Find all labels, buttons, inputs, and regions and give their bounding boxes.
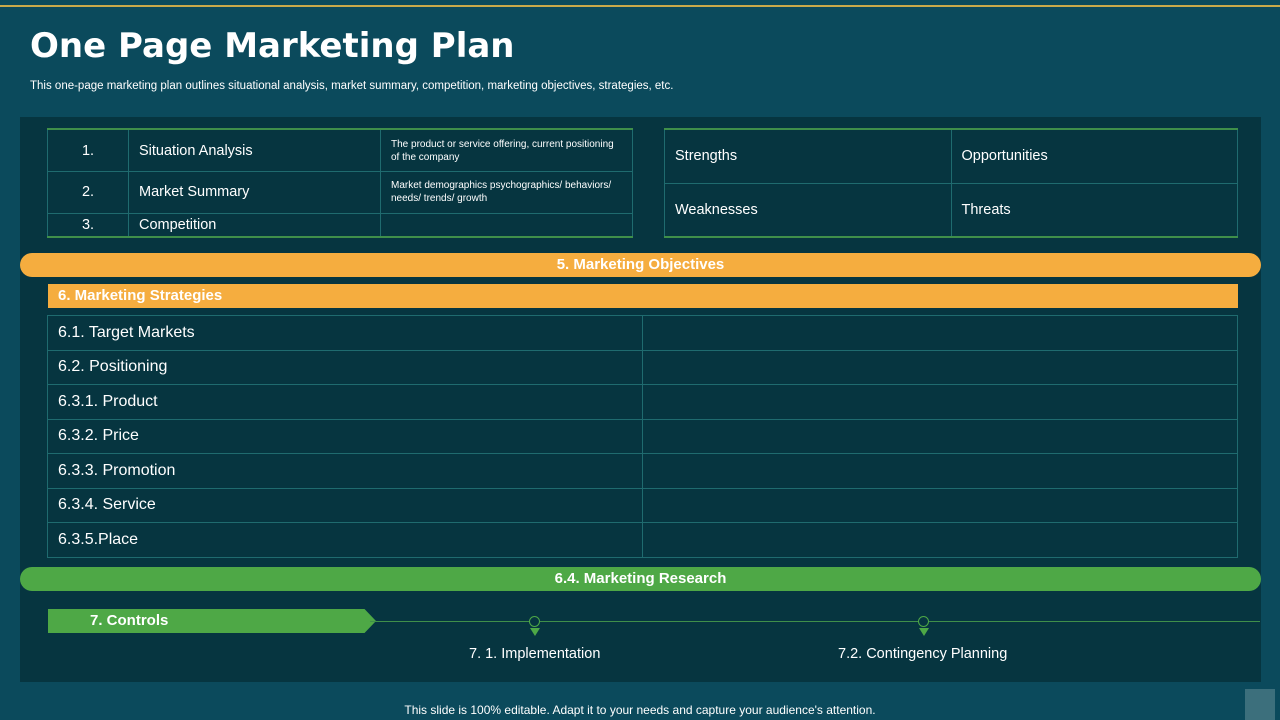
row-description: The product or service offering, current…: [380, 128, 633, 173]
row-label: Situation Analysis: [128, 128, 381, 173]
analysis-table: 1. Situation Analysis The product or ser…: [47, 128, 633, 238]
strategy-value: [642, 315, 1238, 351]
table-row: 6.3.3. Promotion: [47, 453, 1238, 489]
controls-timeline: [370, 621, 1260, 622]
strategies-table: 6.1. Target Markets 6.2. Positioning 6.3…: [47, 315, 1238, 558]
footer-note: This slide is 100% editable. Adapt it to…: [404, 703, 876, 717]
row-number: 3.: [47, 212, 129, 238]
swot-weaknesses: Weaknesses: [664, 182, 952, 238]
corner-block: [1245, 689, 1275, 720]
marketing-objectives-bar: 5. Marketing Objectives: [20, 253, 1261, 277]
timeline-marker-icon: [914, 616, 934, 636]
strategy-value: [642, 384, 1238, 420]
control-contingency-planning: 7.2. Contingency Planning: [838, 646, 1008, 662]
control-implementation: 7. 1. Implementation: [469, 646, 601, 662]
row-number: 1.: [47, 128, 129, 173]
table-row: 3. Competition: [47, 212, 633, 238]
row-label: Competition: [128, 212, 381, 238]
row-number: 2.: [47, 171, 129, 214]
timeline-marker-icon: [525, 616, 545, 636]
strategy-label: 6.3.4. Service: [47, 487, 643, 523]
table-row: 6.1. Target Markets: [47, 315, 1238, 351]
swot-table: Strengths Opportunities Weaknesses Threa…: [664, 128, 1238, 238]
swot-strengths: Strengths: [664, 128, 952, 184]
table-row: 6.3.5.Place: [47, 522, 1238, 558]
table-row: 6.3.1. Product: [47, 384, 1238, 420]
page-subtitle: This one-page marketing plan outlines si…: [30, 80, 674, 92]
row-label: Market Summary: [128, 171, 381, 214]
table-row: Strengths Opportunities: [664, 128, 1238, 184]
table-row: Weaknesses Threats: [664, 182, 1238, 238]
strategy-label: 6.2. Positioning: [47, 349, 643, 385]
swot-opportunities: Opportunities: [950, 128, 1238, 184]
strategy-value: [642, 349, 1238, 385]
table-row: 6.2. Positioning: [47, 349, 1238, 385]
controls-tab: 7. Controls: [48, 609, 376, 633]
table-row: 1. Situation Analysis The product or ser…: [47, 128, 633, 173]
swot-threats: Threats: [950, 182, 1238, 238]
strategy-label: 6.3.5.Place: [47, 522, 643, 558]
strategy-label: 6.3.2. Price: [47, 418, 643, 454]
table-row: 2. Market Summary Market demographics ps…: [47, 171, 633, 214]
table-row: 6.3.2. Price: [47, 418, 1238, 454]
strategy-value: [642, 418, 1238, 454]
page-title: One Page Marketing Plan: [30, 26, 515, 66]
strategy-label: 6.3.1. Product: [47, 384, 643, 420]
strategy-value: [642, 522, 1238, 558]
top-accent-line: [0, 5, 1280, 7]
table-row: 6.3.4. Service: [47, 487, 1238, 523]
marketing-strategies-header: 6. Marketing Strategies: [48, 284, 1238, 308]
row-description: Market demographics psychographics/ beha…: [380, 171, 633, 214]
strategy-value: [642, 453, 1238, 489]
row-description: [380, 212, 633, 238]
strategy-label: 6.1. Target Markets: [47, 315, 643, 351]
strategy-value: [642, 487, 1238, 523]
strategy-label: 6.3.3. Promotion: [47, 453, 643, 489]
marketing-research-bar: 6.4. Marketing Research: [20, 567, 1261, 591]
